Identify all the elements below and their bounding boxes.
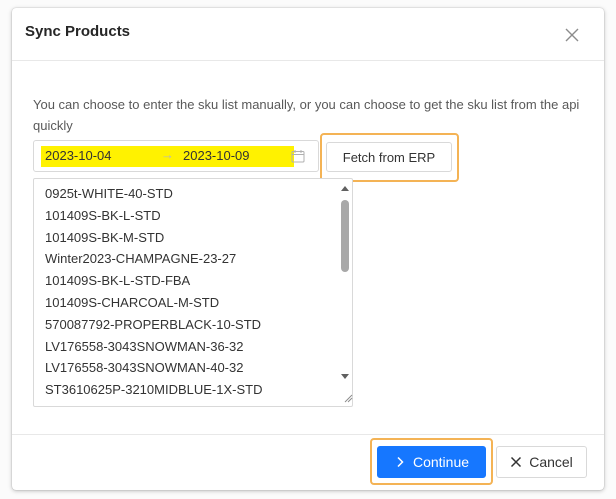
close-icon	[565, 28, 579, 42]
sku-item: 0925t-WHITE-40-STD	[45, 186, 173, 201]
fetch-from-erp-button[interactable]: Fetch from ERP	[326, 142, 452, 172]
continue-label: Continue	[412, 454, 470, 470]
scroll-thumb[interactable]	[341, 200, 349, 272]
dialog-footer: Continue Cancel	[12, 434, 604, 491]
sku-item: LV176558-3043SNOWMAN-36-32	[45, 338, 244, 354]
calendar-icon	[291, 150, 305, 163]
dialog-title: Sync Products	[25, 23, 131, 40]
sku-list-scrollbar[interactable]	[338, 180, 352, 405]
sku-list: 0925t-WHITE-40-STD 101409S-BK-L-STD 1014…	[45, 183, 263, 401]
dialog-body: You can choose to enter the sku list man…	[12, 61, 604, 433]
cancel-button[interactable]: Cancel	[496, 446, 587, 478]
date-range-picker[interactable]: 2023-10-04 → 2023-10-09	[33, 140, 319, 172]
dialog-header: Sync Products	[12, 8, 604, 61]
scroll-down-arrow-icon[interactable]	[341, 374, 349, 379]
sku-item: LV176558-3043SNOWMAN-40-32	[45, 360, 244, 376]
sync-products-dialog: Sync Products You can choose to enter th…	[12, 8, 604, 490]
resize-handle-icon[interactable]	[343, 393, 353, 403]
page: Sync Products You can choose to enter th…	[0, 0, 616, 499]
sku-item: 101409S-BK-L-STD-FBA	[45, 273, 191, 289]
sku-item: 570087792-PROPERBLACK-10-STD	[45, 316, 262, 332]
description-text: You can choose to enter the sku list man…	[33, 97, 580, 133]
end-date-input[interactable]: 2023-10-09	[183, 148, 250, 163]
continue-button[interactable]: Continue	[377, 446, 486, 478]
close-icon	[511, 456, 522, 468]
range-separator-icon: →	[161, 147, 174, 162]
sku-item: 101409S-CHARCOAL-M-STD	[45, 294, 220, 310]
sku-item: Winter2023-CHAMPAGNE-23-27	[45, 251, 237, 267]
sku-list-textarea[interactable]: 0925t-WHITE-40-STD 101409S-BK-L-STD 1014…	[33, 178, 353, 407]
sku-item: 101409S-BK-L-STD	[45, 207, 161, 223]
chevron-right-icon	[397, 456, 404, 468]
cancel-label: Cancel	[529, 454, 573, 470]
sku-item: 101409S-BK-M-STD	[45, 229, 165, 245]
sku-item: ST3610625P-3210MIDBLUE-1X-STD	[45, 382, 263, 398]
close-button[interactable]	[565, 28, 585, 48]
scroll-up-arrow-icon[interactable]	[341, 186, 349, 191]
start-date-input[interactable]: 2023-10-04	[45, 148, 112, 163]
